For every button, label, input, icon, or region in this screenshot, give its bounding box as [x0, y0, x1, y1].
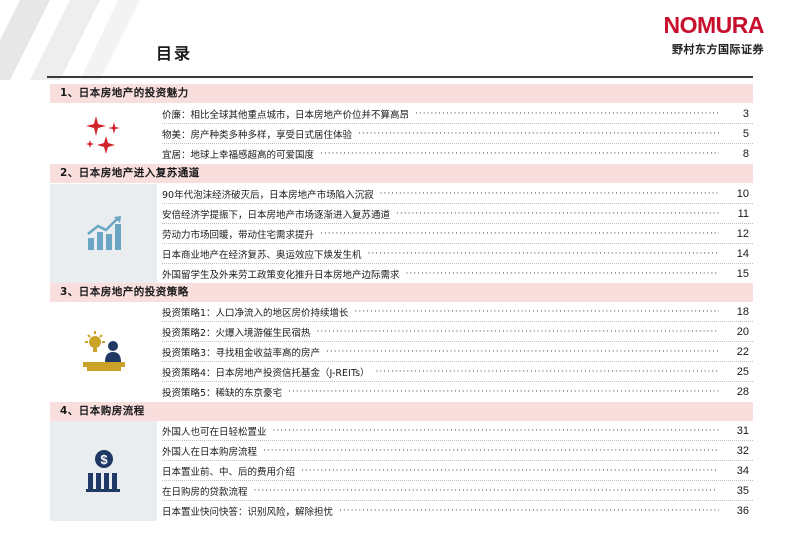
toc-entry-title: 安倍经济学提振下，日本房地产市场逐渐进入复苏通道 [162, 209, 391, 221]
toc-leader-dots: ········································… [354, 306, 719, 317]
toc-leader-dots: ········································… [320, 228, 719, 239]
toc-entry[interactable]: 投资策略2：火爆入境游催生民宿热 ························… [162, 322, 753, 342]
nomura-logo: NOMURA 野村东方国际证券 [664, 14, 765, 57]
logo-subtitle: 野村东方国际证券 [672, 43, 764, 56]
section-entries-4: 外国人也可在日轻松置业 ·····························… [162, 421, 753, 521]
toc-page-number: 5 [742, 127, 749, 140]
toc-entry-title: 在日购房的贷款流程 [162, 486, 248, 498]
idea-person-icon [82, 331, 125, 371]
toc-page-number: 3 [742, 107, 749, 120]
toc-page-number: 8 [742, 148, 749, 160]
toc-entry[interactable]: 投资策略1：人口净流入的地区房价持续增长 ····················… [162, 302, 753, 322]
toc-entry-title: 物美：房产种类多种多样，享受日式居住体验 [162, 129, 353, 141]
toc-leader-dots: ········································… [320, 149, 719, 159]
toc-page-number: 10 [736, 187, 749, 200]
toc-leader-dots: ········································… [405, 269, 719, 279]
toc-entry[interactable]: 日本置业快问快答：识别风险，解除担忧 ······················… [162, 501, 753, 521]
toc-entry[interactable]: 外国留学生及外来劳工政策变化推升日本房地产边际需求 ···············… [162, 264, 753, 284]
section-header-4: 4、日本购房流程 [50, 402, 753, 421]
toc-entry-title: 投资策略4：日本房地产投资信托基金（J-REITs） [162, 367, 370, 379]
toc-entry-title: 劳动力市场回暖，带动住宅需求提升 [162, 229, 315, 241]
section-body-4: $ 外国人也可在日轻松置业 ···························… [50, 421, 753, 521]
toc-page-number: 18 [736, 305, 749, 318]
section-icon-panel [50, 184, 157, 284]
section-header-1: 1、日本房地产的投资魅力 [50, 84, 753, 103]
toc-page-number: 36 [736, 505, 749, 517]
section-entries-3: 投资策略1：人口净流入的地区房价持续增长 ····················… [162, 302, 753, 402]
toc-entry-title: 投资策略5：稀缺的东京豪宅 [162, 388, 283, 399]
section-body-3: 投资策略1：人口净流入的地区房价持续增长 ····················… [50, 302, 753, 402]
toc-entry-title: 投资策略1：人口净流入的地区房价持续增长 [162, 307, 349, 319]
section-icon-panel [50, 302, 157, 402]
toc-leader-dots: ········································… [379, 188, 719, 199]
toc-entry-title: 日本置业快问快答：识别风险，解除担忧 [162, 507, 334, 518]
toc-entry-title: 价廉：相比全球其他重点城市，日本房地产价位并不算高昂 [162, 109, 410, 121]
svg-text:$: $ [100, 452, 108, 467]
title-rule [47, 76, 753, 78]
toc-leader-dots: ········································… [358, 128, 719, 139]
toc-entry[interactable]: 劳动力市场回暖，带动住宅需求提升 ························… [162, 224, 753, 244]
toc-entry[interactable]: 投资策略3：寻找租金收益率高的房产 ·······················… [162, 342, 753, 362]
toc-entry[interactable]: 在日购房的贷款流程 ·······························… [162, 481, 753, 501]
toc-leader-dots: ········································… [263, 445, 719, 456]
toc-page-number: 34 [736, 464, 749, 477]
toc-page-number: 15 [736, 268, 749, 280]
toc-entry-title: 投资策略3：寻找租金收益率高的房产 [162, 347, 321, 359]
toc-leader-dots: ········································… [288, 387, 719, 397]
toc-entry-title: 日本商业地产在经济复苏、奥运效应下焕发生机 [162, 249, 362, 261]
toc-entry-title: 日本置业前、中、后的费用介绍 [162, 466, 296, 478]
toc-entry[interactable]: 外国人也可在日轻松置业 ·····························… [162, 421, 753, 441]
toc-entry[interactable]: 90年代泡沫经济破灭后，日本房地产市场陷入沉寂 ·················… [162, 184, 753, 204]
section-entries-2: 90年代泡沫经济破灭后，日本房地产市场陷入沉寂 ·················… [162, 184, 753, 284]
toc-entry[interactable]: 价廉：相比全球其他重点城市，日本房地产价位并不算高昂 ··············… [162, 104, 753, 124]
toc-leader-dots: ········································… [415, 108, 719, 119]
toc-leader-dots: ········································… [316, 326, 719, 337]
toc-leader-dots: ········································… [375, 366, 719, 377]
toc-page-number: 31 [736, 424, 749, 437]
page-title: 目录 [156, 44, 193, 63]
toc-entry-title: 投资策略2：火爆入境游催生民宿热 [162, 327, 311, 339]
toc-leader-dots: ········································… [396, 208, 719, 219]
section-icon-panel [50, 104, 157, 164]
bar-chart-growth-icon [86, 216, 121, 250]
toc-page-number: 12 [736, 227, 749, 240]
toc-leader-dots: ········································… [253, 485, 717, 496]
toc-entry[interactable]: 投资策略5：稀缺的东京豪宅 ···························… [162, 382, 753, 402]
toc-entry-title: 外国人在日本购房流程 [162, 446, 258, 458]
toc-entry-title: 宜居：地球上幸福感超高的可爱国度 [162, 150, 315, 161]
toc-page-number: 25 [736, 365, 749, 378]
toc-entry[interactable]: 外国人在日本购房流程 ······························… [162, 441, 753, 461]
section-entries-1: 价廉：相比全球其他重点城市，日本房地产价位并不算高昂 ··············… [162, 104, 753, 164]
toc-entry[interactable]: 宜居：地球上幸福感超高的可爱国度 ························… [162, 144, 753, 164]
section-header-3: 3、日本房地产的投资策略 [50, 283, 753, 302]
toc-leader-dots: ········································… [339, 506, 719, 516]
toc-entry[interactable]: 安倍经济学提振下，日本房地产市场逐渐进入复苏通道 ················… [162, 204, 753, 224]
corner-decoration [0, 0, 140, 80]
section-body-1: 价廉：相比全球其他重点城市，日本房地产价位并不算高昂 ··············… [50, 104, 753, 164]
toc-page-number: 22 [736, 345, 749, 358]
toc-page-number: 11 [737, 207, 749, 220]
toc-entry[interactable]: 日本商业地产在经济复苏、奥运效应下焕发生机 ···················… [162, 244, 753, 264]
toc-entry-title: 外国人也可在日轻松置业 [162, 426, 267, 438]
section-icon-panel: $ [50, 421, 157, 521]
toc-page-number: 20 [736, 325, 749, 338]
toc-leader-dots: ········································… [367, 248, 719, 259]
toc-page-number: 35 [736, 484, 749, 497]
logo-mark: NOMURA [663, 12, 765, 38]
toc-entry[interactable]: 投资策略4：日本房地产投资信托基金（J-REITs） ··············… [162, 362, 753, 382]
toc-page-number: 32 [736, 444, 749, 457]
toc-entry[interactable]: 日本置业前、中、后的费用介绍 ··························… [162, 461, 753, 481]
section-body-2: 90年代泡沫经济破灭后，日本房地产市场陷入沉寂 ·················… [50, 184, 753, 284]
sparkles-icon [85, 116, 120, 154]
toc-entry-title: 外国留学生及外来劳工政策变化推升日本房地产边际需求 [162, 270, 400, 281]
toc-leader-dots: ········································… [301, 465, 719, 476]
toc-page-number: 14 [736, 247, 749, 260]
toc-entry-title: 90年代泡沫经济破灭后，日本房地产市场陷入沉寂 [162, 189, 374, 201]
toc-leader-dots: ········································… [326, 346, 719, 357]
toc-page-number: 28 [736, 386, 749, 398]
toc-leader-dots: ········································… [272, 425, 719, 436]
section-header-2: 2、日本房地产进入复苏通道 [50, 164, 753, 183]
money-bank-icon: $ [85, 450, 120, 492]
toc-entry[interactable]: 物美：房产种类多种多样，享受日式居住体验 ····················… [162, 124, 753, 144]
